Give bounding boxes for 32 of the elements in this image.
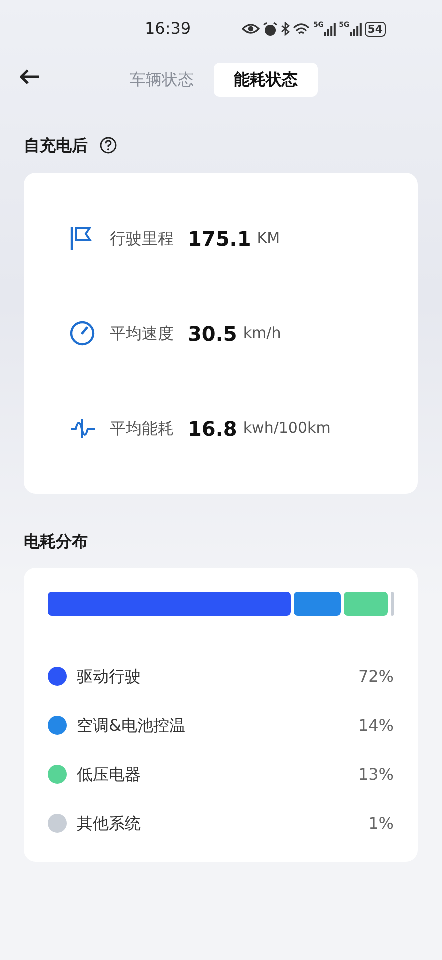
section-title: 电耗分布: [24, 532, 89, 552]
metric-value: 175.1: [188, 226, 252, 253]
metric-unit: kwh/100km: [243, 418, 331, 440]
legend-percent: 14%: [358, 714, 394, 737]
metric-value: 16.8: [188, 416, 238, 443]
legend-label: 驱动行驶: [77, 666, 141, 688]
metric-unit: KM: [257, 228, 280, 250]
legend-label: 低压电器: [77, 764, 141, 786]
legend-percent: 1%: [368, 812, 394, 835]
back-arrow-icon: [20, 69, 40, 85]
wifi-icon: [293, 22, 310, 36]
metric-label: 行驶里程: [110, 228, 174, 250]
gauge-icon: [70, 321, 96, 346]
alarm-icon: [263, 22, 278, 36]
help-icon[interactable]: [100, 137, 117, 154]
metric-label: 平均能耗: [110, 418, 174, 440]
signal-icon: [324, 22, 336, 36]
legend-percent: 72%: [358, 666, 394, 688]
battery-level: 54: [364, 22, 386, 36]
legend-percent: 13%: [358, 764, 394, 786]
tab[interactable]: 能耗状态: [214, 63, 318, 97]
metric-value: 30.5: [188, 320, 238, 348]
back-button[interactable]: [18, 67, 42, 87]
legend-label: 其他系统: [77, 812, 141, 835]
clock-time: 16:39: [145, 18, 192, 40]
eye-icon: [242, 23, 260, 35]
section-title: 自充电后: [24, 136, 88, 156]
bluetooth-icon: [281, 22, 290, 36]
metric-unit: km/h: [243, 323, 282, 344]
signal-icon: [350, 22, 362, 36]
legend-label: 空调&电池控温: [77, 714, 186, 737]
metric-label: 平均速度: [110, 322, 174, 345]
